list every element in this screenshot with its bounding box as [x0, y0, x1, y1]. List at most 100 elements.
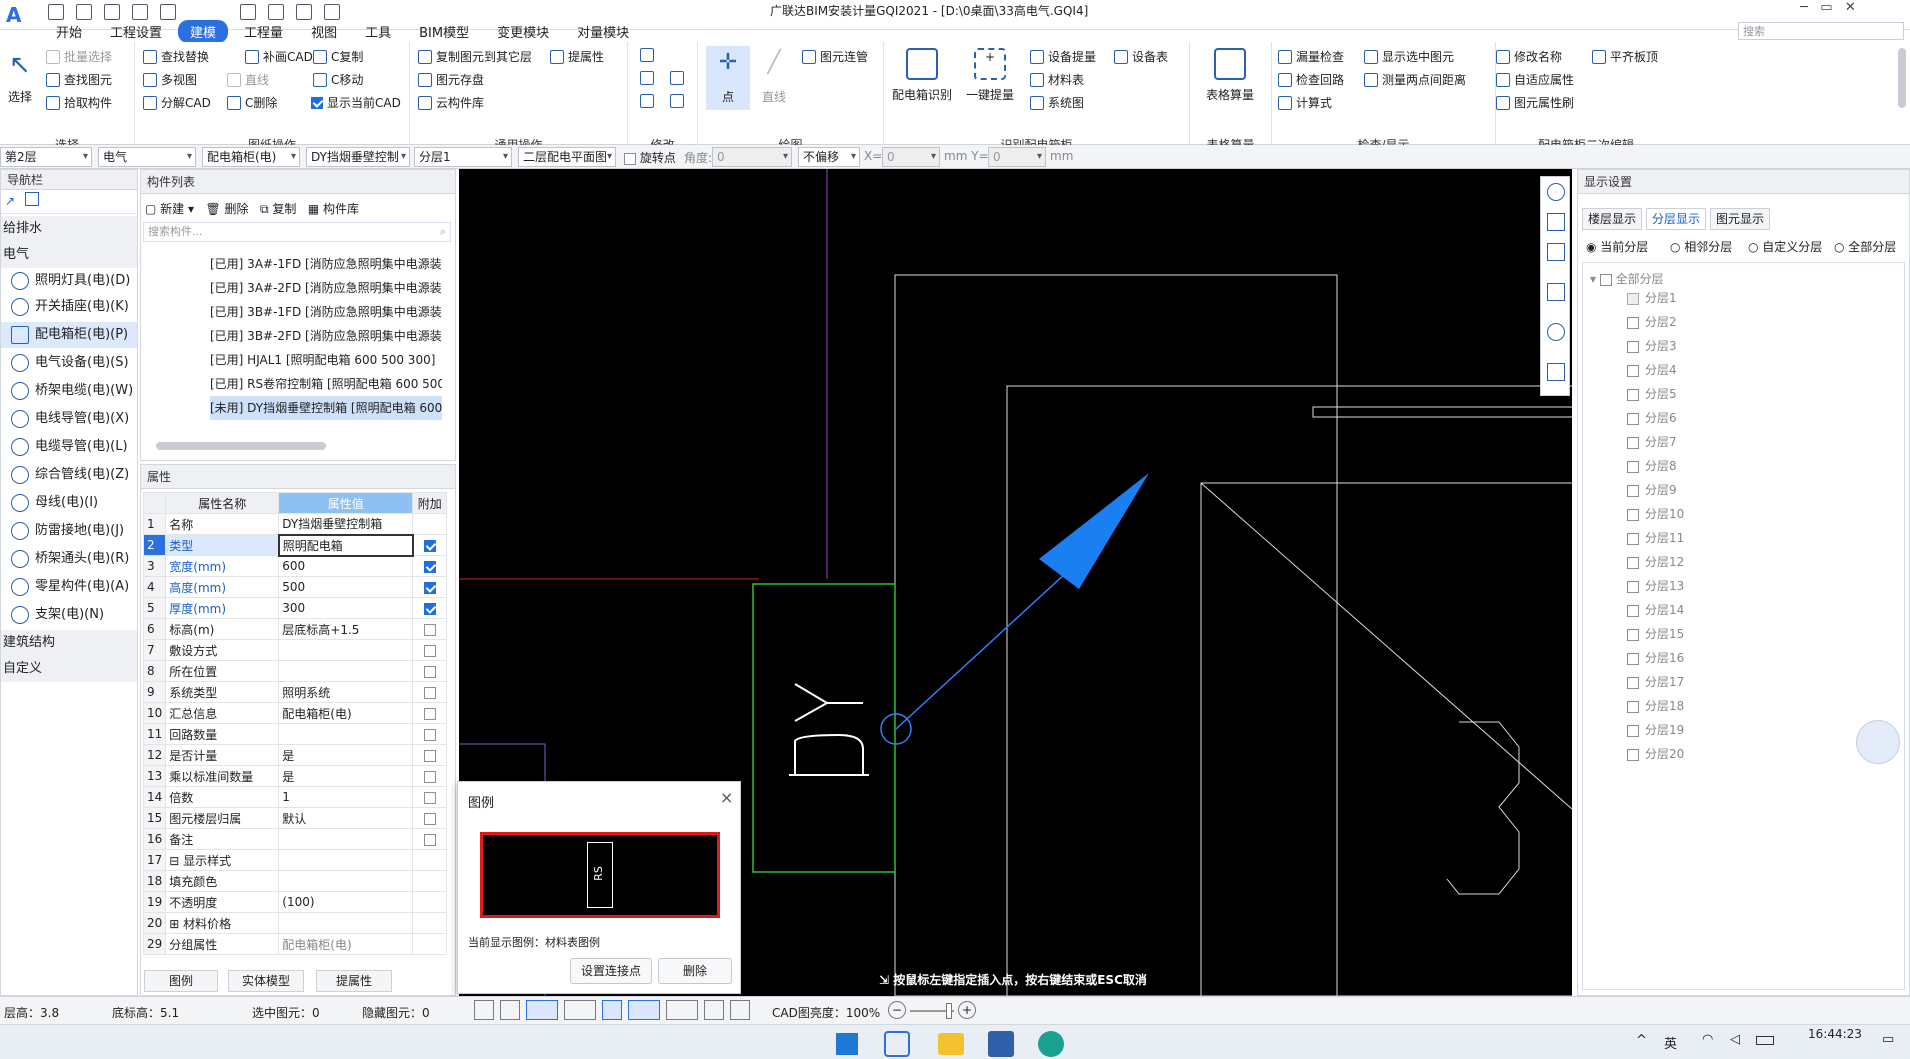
layer-item[interactable]: 分层5: [1627, 382, 1677, 406]
layer-item[interactable]: 分层7: [1627, 430, 1677, 454]
app-taskbar-icon[interactable]: [884, 1031, 910, 1057]
prop-value[interactable]: 配电箱柜(电): [278, 702, 414, 724]
prop-extra[interactable]: [412, 660, 448, 682]
prop-value[interactable]: (100): [278, 891, 414, 913]
nav-item-equipment[interactable]: 电气设备(电)(S): [1, 350, 137, 376]
prop-extra[interactable]: [412, 723, 448, 745]
prop-extra[interactable]: [412, 765, 448, 787]
layer-checkbox[interactable]: [1627, 364, 1639, 377]
nav-item-tray-cable[interactable]: 桥架电缆(电)(W): [1, 378, 137, 404]
nav-item-distribution-box[interactable]: 配电箱柜(电)(P): [1, 322, 137, 348]
prop-extra-checkbox[interactable]: [423, 665, 436, 678]
prop-extra[interactable]: [412, 618, 448, 640]
batch-select-button[interactable]: 批量选择: [46, 48, 112, 65]
prop-extra[interactable]: [412, 891, 448, 913]
copy-to-floor-button[interactable]: 复制图元到其它层: [418, 48, 532, 65]
layer-select[interactable]: 分层1: [414, 147, 512, 167]
layer-item[interactable]: 分层18: [1627, 694, 1684, 718]
layer-checkbox[interactable]: [1627, 508, 1639, 521]
y-input[interactable]: 0: [988, 147, 1046, 167]
prop-extra-checkbox[interactable]: [424, 539, 437, 552]
tab-layer-display[interactable]: 分层显示: [1646, 208, 1706, 230]
prop-row[interactable]: 20 ⊞ 材料价格: [142, 912, 448, 934]
prop-row[interactable]: 6 标高(m) 层底标高+1.5: [142, 618, 448, 640]
prop-row[interactable]: 12 是否计量是: [142, 744, 448, 766]
prop-row[interactable]: 8 所在位置: [142, 660, 448, 682]
menu-project-settings[interactable]: 工程设置: [98, 20, 174, 43]
tab-solid-model[interactable]: 实体模型: [228, 970, 304, 992]
prop-row[interactable]: 10 汇总信息 配电箱柜(电): [142, 702, 448, 724]
c-delete-button[interactable]: C删除: [227, 94, 277, 111]
add-cad-button[interactable]: 补画CAD: [245, 48, 313, 65]
layer-item[interactable]: 分层20: [1627, 742, 1684, 766]
floor-select[interactable]: 第2层: [0, 147, 92, 167]
find-element-button[interactable]: 查找图元: [46, 71, 112, 88]
view-list-icon[interactable]: [1547, 363, 1565, 381]
missing-check-button[interactable]: 漏量检查: [1278, 48, 1344, 65]
show-current-cad-checkbox[interactable]: 显示当前CAD: [311, 94, 401, 111]
layer-checkbox[interactable]: [1627, 628, 1639, 641]
layer-checkbox[interactable]: [1627, 580, 1639, 593]
type-select[interactable]: 配电箱柜(电): [202, 147, 300, 167]
x-input[interactable]: 0: [882, 147, 940, 167]
layer-checkbox[interactable]: [1627, 388, 1639, 401]
component-item[interactable]: [已用] HJAL1 [照明配电箱 600 500 300]: [210, 348, 442, 372]
open-icon[interactable]: [104, 4, 120, 20]
menu-quantity[interactable]: 工程量: [232, 20, 295, 43]
menu-start[interactable]: 开始: [44, 20, 94, 43]
component-item[interactable]: [已用] 3B#-2FD [消防应急照明集中电源装: [210, 324, 442, 348]
equipment-extract-button[interactable]: 设备提量: [1030, 48, 1096, 65]
prop-value[interactable]: 600: [278, 555, 414, 577]
menu-bim[interactable]: BIM模型: [407, 20, 481, 43]
nav-item-lighting[interactable]: 照明灯具(电)(D): [1, 268, 137, 294]
c-move-button[interactable]: C移动: [313, 71, 363, 88]
layer-item[interactable]: 分层3: [1627, 334, 1677, 358]
view-box-icon[interactable]: [1547, 283, 1565, 301]
slider-handle[interactable]: [946, 1003, 952, 1019]
prop-extra[interactable]: [412, 870, 448, 892]
layer-item[interactable]: 分层1: [1627, 286, 1677, 310]
layer-item[interactable]: 分层11: [1627, 526, 1684, 550]
prop-row[interactable]: 16 备注: [142, 828, 448, 850]
prop-extra-checkbox[interactable]: [423, 602, 436, 615]
prop-extra-checkbox[interactable]: [423, 644, 436, 657]
menu-view[interactable]: 视图: [299, 20, 349, 43]
object-snap-icon[interactable]: [526, 1000, 558, 1020]
new-component-button[interactable]: ▢ 新建 ▾: [145, 202, 194, 216]
check-circuit-button[interactable]: 检查回路: [1278, 71, 1344, 88]
prop-value[interactable]: 层底标高+1.5: [278, 618, 414, 640]
align-slab-top-button[interactable]: 平齐板顶: [1592, 48, 1658, 65]
prop-row[interactable]: 19 不透明度 (100): [142, 891, 448, 913]
nav-item-busbar[interactable]: 母线(电)(I): [1, 490, 137, 516]
show-selected-button[interactable]: 显示选中图元: [1364, 48, 1454, 65]
view-select[interactable]: 二层配电平面图: [518, 147, 616, 167]
cross-icon[interactable]: [602, 1000, 622, 1020]
prop-extra[interactable]: [412, 807, 448, 829]
modify-mirror-button[interactable]: [670, 71, 684, 85]
folder-icon[interactable]: [938, 1033, 964, 1055]
select-button[interactable]: ↖ 选择: [4, 50, 36, 105]
tab-element-display[interactable]: 图元显示: [1710, 208, 1770, 230]
export-icon[interactable]: [324, 4, 340, 20]
radio-current-layer[interactable]: ◉ 当前分层: [1586, 238, 1648, 255]
prop-extra[interactable]: [412, 912, 448, 934]
volume-icon[interactable]: ◁: [1730, 1032, 1740, 1047]
windows-start-icon[interactable]: [836, 1033, 858, 1055]
menu-compare[interactable]: 对量模块: [565, 20, 641, 43]
tray-chevron-icon[interactable]: ^: [1636, 1033, 1647, 1048]
prop-value[interactable]: 是: [278, 765, 414, 787]
prop-extra[interactable]: [412, 597, 448, 619]
radio-custom-layer[interactable]: ○ 自定义分层: [1748, 238, 1822, 255]
input-language[interactable]: 英: [1664, 1033, 1677, 1052]
layer-item[interactable]: 分层2: [1627, 310, 1677, 334]
line-button[interactable]: 直线: [227, 71, 269, 88]
prop-value[interactable]: [278, 639, 414, 661]
component-item[interactable]: [已用] 3B#-1FD [消防应急照明集中电源装: [210, 300, 442, 324]
prop-value[interactable]: [278, 912, 414, 934]
layer-root[interactable]: ▾ 全部分层: [1590, 270, 1664, 287]
component-item[interactable]: [已用] 3A#-1FD [消防应急照明集中电源装: [210, 252, 442, 276]
nav-item-wire-conduit[interactable]: 电线导管(电)(X): [1, 406, 137, 432]
edge-icon[interactable]: [1038, 1031, 1064, 1057]
prop-value[interactable]: [278, 723, 414, 745]
prop-row[interactable]: 29 分组属性 配电箱柜(电): [142, 933, 448, 955]
